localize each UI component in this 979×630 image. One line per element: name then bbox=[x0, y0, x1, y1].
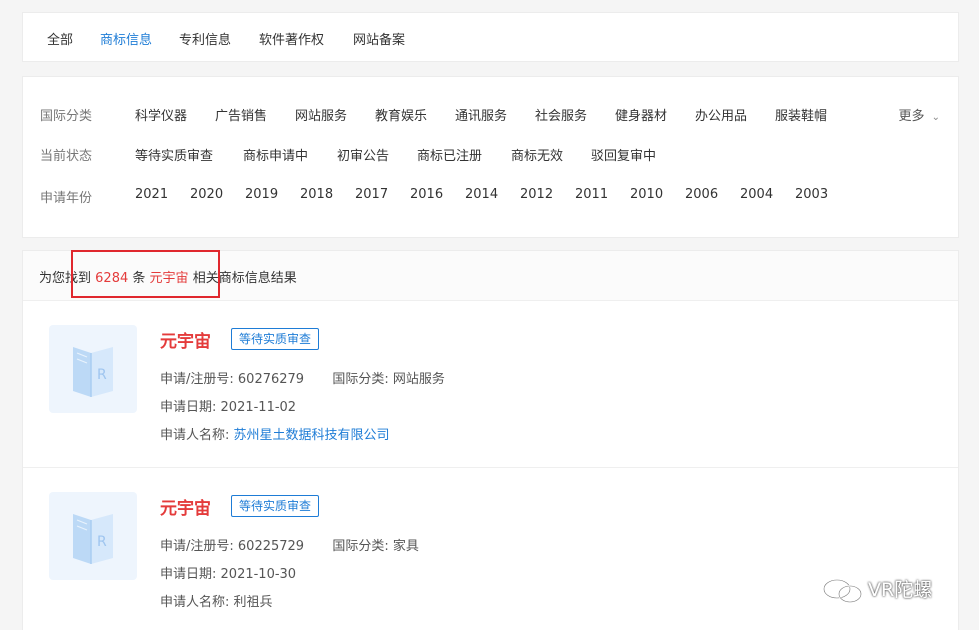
applicant-info: 申请人名称: 利祖兵 bbox=[160, 591, 273, 610]
application-date: 2021-10-30 bbox=[220, 567, 297, 582]
result-item[interactable]: R 元宇宙 等待实质审查 申请/注册号: 60276279 国际分类: 网站服务… bbox=[23, 301, 958, 468]
reg-label: 申请/注册号: bbox=[160, 539, 234, 554]
result-item[interactable]: R 元宇宙 等待实质审查 申请/注册号: 60225729 国际分类: 家具 申… bbox=[23, 468, 958, 630]
filter-option[interactable]: 社会服务 bbox=[535, 105, 587, 124]
date-label: 申请日期: bbox=[160, 567, 217, 582]
filter-option[interactable]: 驳回复审中 bbox=[591, 145, 656, 164]
filter-option[interactable]: 广告销售 bbox=[215, 105, 267, 124]
date-info: 申请日期: 2021-11-02 bbox=[160, 396, 296, 415]
chevron-down-icon: ⌄ bbox=[931, 112, 940, 123]
trademark-book-icon: R bbox=[49, 325, 137, 413]
filter-row-status: 当前状态 等待实质审查 商标申请中 初审公告 商标已注册 商标无效 驳回复审中 bbox=[23, 145, 958, 165]
watermark-text: VR陀螺 bbox=[868, 579, 933, 601]
filter-option[interactable]: 商标已注册 bbox=[417, 145, 482, 164]
results-summary: 为您找到 6284 条 元宇宙 相关商标信息结果 bbox=[39, 267, 297, 286]
search-keyword: 元宇宙 bbox=[149, 271, 189, 286]
filter-option[interactable]: 2018 bbox=[300, 187, 333, 202]
reg-number: 60225729 bbox=[237, 539, 305, 554]
tab-software-copyright[interactable]: 软件著作权 bbox=[259, 29, 324, 48]
filter-option[interactable]: 办公用品 bbox=[695, 105, 747, 124]
filter-option[interactable]: 教育娱乐 bbox=[375, 105, 427, 124]
application-date: 2021-11-02 bbox=[220, 400, 297, 415]
registration-info: 申请/注册号: 60276279 国际分类: 网站服务 bbox=[160, 368, 445, 387]
filter-option[interactable]: 健身器材 bbox=[615, 105, 667, 124]
filter-option[interactable]: 科学仪器 bbox=[135, 105, 187, 124]
class-value: 家具 bbox=[392, 539, 419, 554]
filter-option[interactable]: 2019 bbox=[245, 187, 278, 202]
date-info: 申请日期: 2021-10-30 bbox=[160, 563, 296, 582]
filter-label-class: 国际分类 bbox=[40, 109, 93, 124]
class-label: 国际分类: bbox=[332, 539, 389, 554]
status-badge: 等待实质审查 bbox=[231, 328, 320, 350]
registration-info: 申请/注册号: 60225729 国际分类: 家具 bbox=[160, 535, 419, 554]
svg-text:R: R bbox=[97, 534, 107, 550]
trademark-name[interactable]: 元宇宙 bbox=[160, 494, 211, 519]
filter-option[interactable]: 网站服务 bbox=[295, 105, 347, 124]
results-panel: 为您找到 6284 条 元宇宙 相关商标信息结果 R 元宇宙 等待实质审查 申请… bbox=[22, 250, 959, 630]
date-label: 申请日期: bbox=[160, 400, 217, 415]
reg-label: 申请/注册号: bbox=[160, 372, 234, 387]
summary-prefix: 为您找到 bbox=[39, 271, 92, 286]
filter-row-year: 申请年份 2021 2020 2019 2018 2017 2016 2014 … bbox=[23, 187, 958, 207]
filter-label-year: 申请年份 bbox=[40, 191, 93, 206]
filter-option[interactable]: 2014 bbox=[465, 187, 498, 202]
applicant-label: 申请人名称: bbox=[160, 595, 230, 610]
filter-row-class: 国际分类 科学仪器 广告销售 网站服务 教育娱乐 通讯服务 社会服务 健身器材 … bbox=[23, 105, 958, 125]
filter-option[interactable]: 2016 bbox=[410, 187, 443, 202]
filter-option[interactable]: 商标申请中 bbox=[243, 145, 308, 164]
filter-option[interactable]: 2004 bbox=[740, 187, 773, 202]
filter-option[interactable]: 2006 bbox=[685, 187, 718, 202]
filter-option[interactable]: 服装鞋帽 bbox=[775, 105, 827, 124]
more-label: 更多 bbox=[898, 109, 925, 124]
filter-option[interactable]: 2012 bbox=[520, 187, 553, 202]
filter-option[interactable]: 2017 bbox=[355, 187, 388, 202]
wechat-icon bbox=[823, 579, 862, 603]
result-count: 6284 bbox=[95, 271, 129, 286]
filter-label-status: 当前状态 bbox=[40, 149, 93, 164]
filter-option[interactable]: 等待实质审查 bbox=[135, 145, 213, 164]
tab-trademark[interactable]: 商标信息 bbox=[100, 29, 152, 48]
summary-unit: 条 bbox=[132, 271, 146, 286]
filter-option[interactable]: 2020 bbox=[190, 187, 223, 202]
tab-patent[interactable]: 专利信息 bbox=[179, 29, 231, 48]
reg-number: 60276279 bbox=[237, 372, 305, 387]
more-button[interactable]: 更多 ⌄ bbox=[898, 105, 940, 124]
filter-option[interactable]: 2010 bbox=[630, 187, 663, 202]
filter-option[interactable]: 2011 bbox=[575, 187, 608, 202]
watermark: VR陀螺 bbox=[822, 574, 972, 604]
trademark-name[interactable]: 元宇宙 bbox=[160, 327, 211, 352]
status-badge: 等待实质审查 bbox=[231, 495, 320, 517]
applicant-info: 申请人名称: 苏州星土数据科技有限公司 bbox=[160, 424, 390, 443]
summary-suffix: 相关商标信息结果 bbox=[192, 271, 297, 286]
tab-website-filing[interactable]: 网站备案 bbox=[353, 29, 405, 48]
svg-text:R: R bbox=[97, 367, 107, 383]
filter-option[interactable]: 通讯服务 bbox=[455, 105, 507, 124]
applicant-name: 利祖兵 bbox=[233, 595, 273, 610]
class-value: 网站服务 bbox=[392, 372, 445, 387]
applicant-label: 申请人名称: bbox=[160, 428, 230, 443]
tab-all[interactable]: 全部 bbox=[47, 29, 73, 48]
applicant-link[interactable]: 苏州星土数据科技有限公司 bbox=[234, 428, 390, 443]
filter-option[interactable]: 初审公告 bbox=[337, 145, 389, 164]
category-tabs: 全部 商标信息 专利信息 软件著作权 网站备案 bbox=[22, 12, 959, 62]
filter-option[interactable]: 商标无效 bbox=[511, 145, 563, 164]
trademark-book-icon: R bbox=[49, 492, 137, 580]
filter-panel: 国际分类 科学仪器 广告销售 网站服务 教育娱乐 通讯服务 社会服务 健身器材 … bbox=[22, 76, 959, 238]
class-label: 国际分类: bbox=[332, 372, 389, 387]
filter-option[interactable]: 2003 bbox=[795, 187, 828, 202]
filter-option[interactable]: 2021 bbox=[135, 187, 168, 202]
